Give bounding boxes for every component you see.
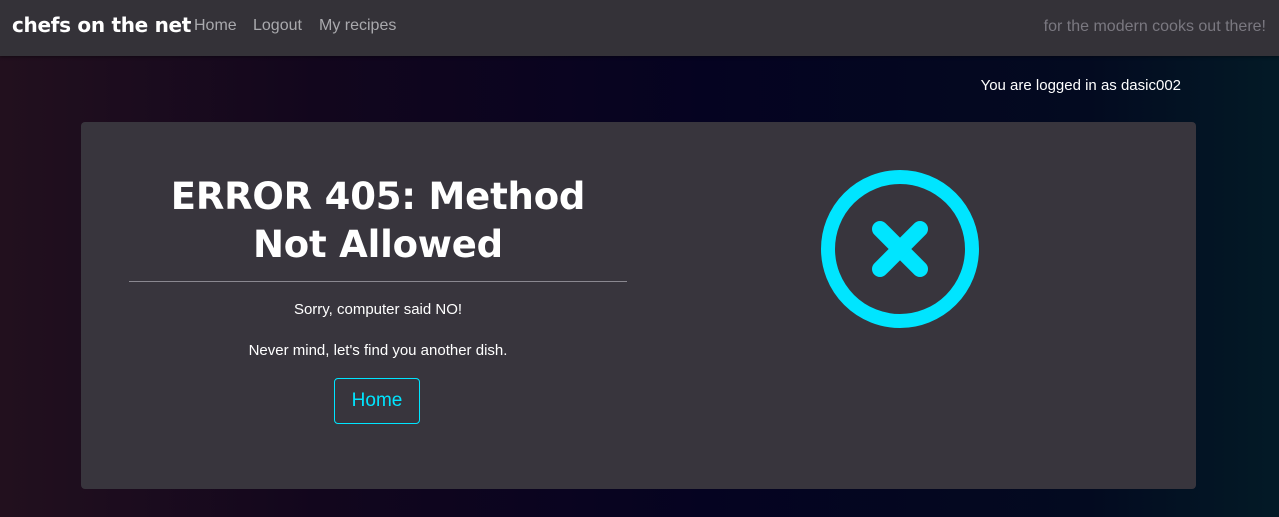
nav-logout-link[interactable]: Logout bbox=[253, 17, 302, 35]
tagline: for the modern cooks out there! bbox=[1043, 18, 1266, 35]
navbar: chefs on the net Home Logout My recipes … bbox=[0, 0, 1279, 56]
nav-my-recipes-link[interactable]: My recipes bbox=[319, 17, 396, 35]
error-card: ERROR 405: Method Not Allowed Sorry, com… bbox=[81, 122, 1196, 489]
divider bbox=[129, 281, 627, 282]
brand-logo[interactable]: chefs on the net bbox=[12, 13, 191, 37]
error-message: Sorry, computer said NO! bbox=[293, 301, 463, 318]
home-button[interactable]: Home bbox=[334, 378, 420, 424]
error-submessage: Never mind, let's find you another dish. bbox=[248, 342, 508, 359]
error-content: ERROR 405: Method Not Allowed Sorry, com… bbox=[129, 122, 627, 489]
error-title: ERROR 405: Method Not Allowed bbox=[170, 175, 586, 266]
x-circle-icon bbox=[819, 168, 981, 330]
login-status: You are logged in as dasic002 bbox=[980, 77, 1181, 94]
nav-home-link[interactable]: Home bbox=[194, 17, 237, 35]
